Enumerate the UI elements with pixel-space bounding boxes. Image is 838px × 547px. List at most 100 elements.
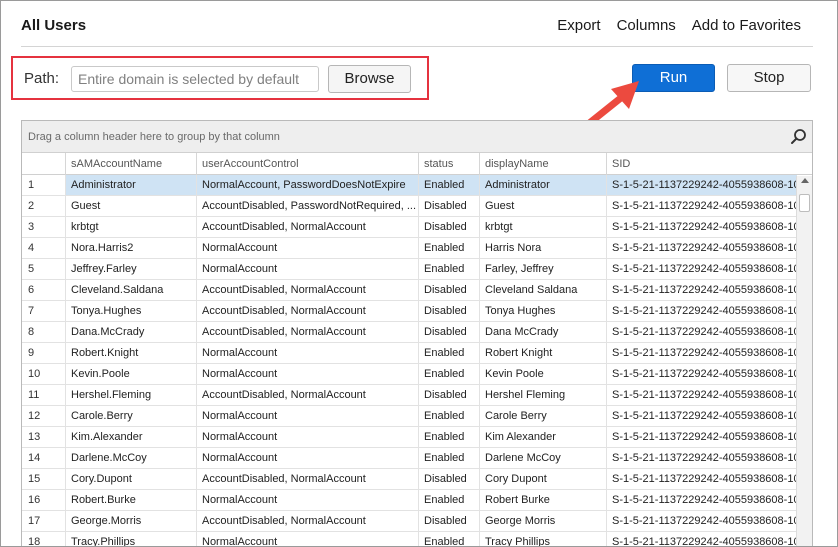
table-row[interactable]: 17 George.Morris AccountDisabled, NormalAc…	[22, 511, 797, 532]
table-row[interactable]: 6 Cleveland.Saldana AccountDisabled, Norma…	[22, 280, 797, 301]
row-sid-cell: S-1-5-21-1137229242-4055938608-10	[607, 301, 797, 322]
column-header-status[interactable]: status	[419, 153, 480, 175]
row-index-cell: 18	[22, 532, 66, 546]
add-to-favorites-link[interactable]: Add to Favorites	[692, 17, 801, 34]
table-row[interactable]: 8 Dana.McCrady AccountDisabled, NormalAcco…	[22, 322, 797, 343]
row-status-cell: Disabled	[419, 196, 480, 217]
row-useraccountcontrol-cell: AccountDisabled, NormalAccount	[197, 511, 419, 532]
scrollbar-thumb[interactable]	[799, 194, 810, 212]
export-link[interactable]: Export	[557, 17, 600, 34]
row-index-cell: 10	[22, 364, 66, 385]
column-header-samaccountname[interactable]: sAMAccountName	[66, 153, 197, 175]
row-useraccountcontrol-cell: NormalAccount	[197, 448, 419, 469]
row-status-cell: Enabled	[419, 532, 480, 546]
table-row[interactable]: 11 Hershel.Fleming AccountDisabled, Normal…	[22, 385, 797, 406]
row-status-cell: Disabled	[419, 322, 480, 343]
columns-link[interactable]: Columns	[617, 17, 676, 34]
row-displayname-cell: George Morris	[480, 511, 607, 532]
row-useraccountcontrol-cell: NormalAccount, PasswordDoesNotExpire	[197, 175, 419, 196]
table-row[interactable]: 2 Guest AccountDisabled, PasswordNotRequir…	[22, 196, 797, 217]
row-useraccountcontrol-cell: AccountDisabled, NormalAccount	[197, 469, 419, 490]
row-displayname-cell: Carole Berry	[480, 406, 607, 427]
vertical-scrollbar[interactable]	[796, 176, 812, 546]
row-sid-cell: S-1-5-21-1137229242-4055938608-10	[607, 217, 797, 238]
row-status-cell: Disabled	[419, 385, 480, 406]
column-header-index	[22, 153, 66, 175]
row-index-cell: 4	[22, 238, 66, 259]
group-by-bar[interactable]: Drag a column header here to group by th…	[22, 121, 812, 153]
row-sid-cell: S-1-5-21-1137229242-4055938608-10	[607, 406, 797, 427]
row-samaccountname-cell: krbtgt	[66, 217, 197, 238]
row-displayname-cell: krbtgt	[480, 217, 607, 238]
table-row[interactable]: 3 krbtgt AccountDisabled, NormalAccount Dis…	[22, 217, 797, 238]
row-displayname-cell: Darlene McCoy	[480, 448, 607, 469]
table-row[interactable]: 15 Cory.Dupont AccountDisabled, NormalAcco…	[22, 469, 797, 490]
column-header-useraccountcontrol[interactable]: userAccountControl	[197, 153, 419, 175]
row-useraccountcontrol-cell: NormalAccount	[197, 406, 419, 427]
row-index-cell: 17	[22, 511, 66, 532]
row-displayname-cell: Cory Dupont	[480, 469, 607, 490]
row-index-cell: 6	[22, 280, 66, 301]
row-useraccountcontrol-cell: AccountDisabled, NormalAccount	[197, 280, 419, 301]
row-displayname-cell: Hershel Fleming	[480, 385, 607, 406]
table-row[interactable]: 5 Jeffrey.Farley NormalAccount Enabled Farle…	[22, 259, 797, 280]
table-row[interactable]: 10 Kevin.Poole NormalAccount Enabled Kevin P…	[22, 364, 797, 385]
row-displayname-cell: Tonya Hughes	[480, 301, 607, 322]
row-index-cell: 5	[22, 259, 66, 280]
row-index-cell: 3	[22, 217, 66, 238]
row-displayname-cell: Dana McCrady	[480, 322, 607, 343]
row-index-cell: 9	[22, 343, 66, 364]
row-index-cell: 12	[22, 406, 66, 427]
row-sid-cell: S-1-5-21-1137229242-4055938608-10	[607, 259, 797, 280]
table-row[interactable]: 9 Robert.Knight NormalAccount Enabled Robert…	[22, 343, 797, 364]
table-row[interactable]: 4 Nora.Harris2 NormalAccount Enabled Harris …	[22, 238, 797, 259]
row-displayname-cell: Administrator	[480, 175, 607, 196]
table-row[interactable]: 7 Tonya.Hughes AccountDisabled, NormalAcco…	[22, 301, 797, 322]
row-sid-cell: S-1-5-21-1137229242-4055938608-10	[607, 490, 797, 511]
row-samaccountname-cell: Hershel.Fleming	[66, 385, 197, 406]
row-useraccountcontrol-cell: NormalAccount	[197, 343, 419, 364]
row-status-cell: Disabled	[419, 280, 480, 301]
row-displayname-cell: Cleveland Saldana	[480, 280, 607, 301]
scroll-up-icon[interactable]	[801, 178, 809, 183]
path-input[interactable]	[71, 66, 319, 92]
row-samaccountname-cell: George.Morris	[66, 511, 197, 532]
row-status-cell: Enabled	[419, 490, 480, 511]
column-header-displayname[interactable]: displayName	[480, 153, 607, 175]
top-actions: Export Columns Add to Favorites	[557, 17, 801, 34]
row-useraccountcontrol-cell: NormalAccount	[197, 259, 419, 280]
row-status-cell: Enabled	[419, 364, 480, 385]
page-title: All Users	[21, 17, 87, 34]
row-useraccountcontrol-cell: NormalAccount	[197, 490, 419, 511]
row-index-cell: 1	[22, 175, 66, 196]
row-status-cell: Enabled	[419, 427, 480, 448]
row-sid-cell: S-1-5-21-1137229242-4055938608-10	[607, 427, 797, 448]
row-status-cell: Disabled	[419, 217, 480, 238]
row-samaccountname-cell: Jeffrey.Farley	[66, 259, 197, 280]
table-row[interactable]: 18 Tracy.Phillips NormalAccount Enabled Trac…	[22, 532, 797, 546]
table-row[interactable]: 1 Administrator NormalAccount, PasswordDoe…	[22, 175, 797, 196]
table-row[interactable]: 13 Kim.Alexander NormalAccount Enabled Kim A…	[22, 427, 797, 448]
row-samaccountname-cell: Kim.Alexander	[66, 427, 197, 448]
row-sid-cell: S-1-5-21-1137229242-4055938608-10	[607, 175, 797, 196]
grid-header: sAMAccountName userAccountControl status…	[22, 153, 812, 175]
users-grid: Drag a column header here to group by th…	[21, 120, 813, 546]
row-sid-cell: S-1-5-21-1137229242-4055938608-10	[607, 238, 797, 259]
row-status-cell: Disabled	[419, 469, 480, 490]
row-status-cell: Disabled	[419, 511, 480, 532]
row-index-cell: 16	[22, 490, 66, 511]
row-index-cell: 7	[22, 301, 66, 322]
table-row[interactable]: 12 Carole.Berry NormalAccount Enabled Carole…	[22, 406, 797, 427]
table-row[interactable]: 14 Darlene.McCoy NormalAccount Enabled Darle…	[22, 448, 797, 469]
row-sid-cell: S-1-5-21-1137229242-4055938608-10	[607, 364, 797, 385]
row-status-cell: Enabled	[419, 175, 480, 196]
search-icon[interactable]	[790, 128, 808, 146]
stop-button[interactable]: Stop	[727, 64, 811, 92]
table-row[interactable]: 16 Robert.Burke NormalAccount Enabled Robert…	[22, 490, 797, 511]
row-displayname-cell: Guest	[480, 196, 607, 217]
browse-button[interactable]: Browse	[328, 65, 411, 93]
row-status-cell: Enabled	[419, 448, 480, 469]
row-status-cell: Enabled	[419, 343, 480, 364]
column-header-sid[interactable]: SID	[607, 153, 797, 175]
row-sid-cell: S-1-5-21-1137229242-4055938608-10	[607, 196, 797, 217]
